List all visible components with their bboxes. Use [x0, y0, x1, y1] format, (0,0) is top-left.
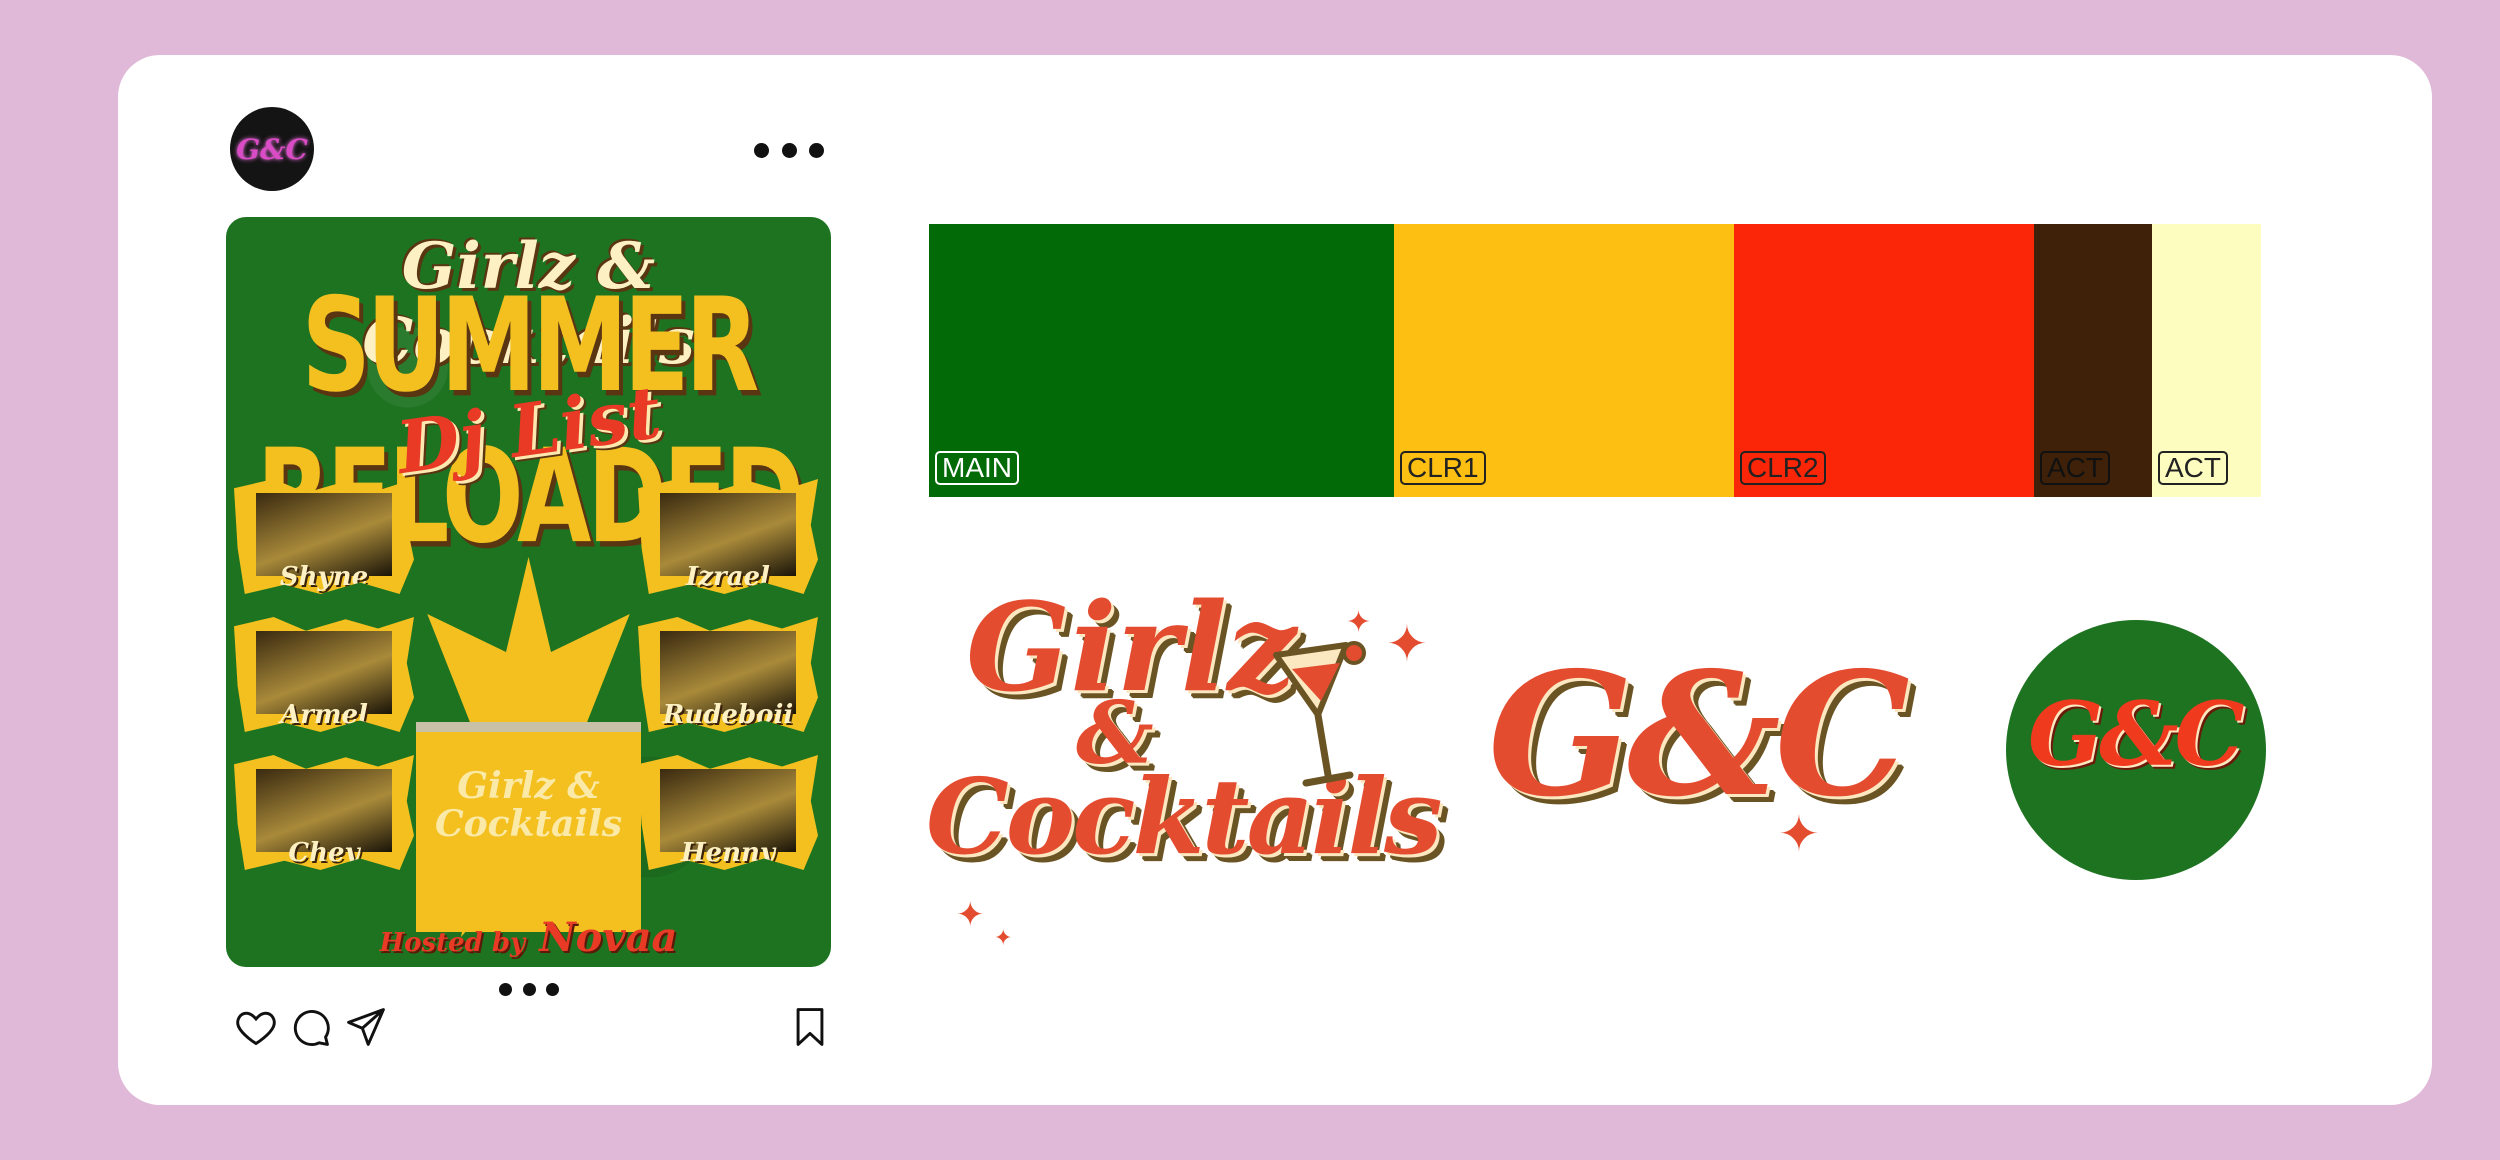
swatch-clr2: CLR2	[1734, 224, 2034, 497]
sparkle-icon: ✦	[1346, 606, 1372, 639]
more-options-icon[interactable]	[754, 135, 824, 165]
carousel-indicator	[499, 981, 559, 997]
event-poster: Girlz & Cocktails SUMMER RELOADED Dj Lis…	[226, 217, 831, 967]
comment-icon[interactable]	[288, 1005, 332, 1049]
profile-avatar[interactable]: G&C	[230, 107, 314, 191]
cocktail-glass-icon	[1266, 635, 1386, 795]
swatch-label: ACT	[2158, 451, 2228, 485]
primary-logo: Girlz & Cocktails ✦ ✦ ✦ ✦	[926, 575, 1446, 950]
swatch-clr1: CLR1	[1394, 224, 1734, 497]
dj-card-chey: Chey	[234, 755, 414, 870]
swatch-act-light: ACT	[2152, 224, 2261, 497]
avatar-monogram: G&C	[236, 132, 308, 166]
swatch-main: MAIN	[929, 224, 1394, 497]
poster-host: Hosted by Novaa	[226, 914, 831, 961]
sparkle-icon: ✦	[994, 925, 1013, 950]
heart-icon[interactable]	[234, 1005, 278, 1049]
dj-card-rudeboii: Rudeboii	[638, 617, 818, 732]
swatch-act-dark: ACT	[2034, 224, 2152, 497]
dj-name: Shyne	[279, 562, 369, 592]
swatch-label: CLR1	[1400, 451, 1486, 485]
monogram-text: G&C	[1488, 635, 1910, 835]
sparkle-icon: ✦	[1778, 806, 1820, 862]
dj-card-henny: Henny	[638, 755, 818, 870]
badge-monogram-text: G&C	[2028, 682, 2245, 786]
swatch-label: ACT	[2040, 451, 2110, 485]
swatch-label: MAIN	[935, 451, 1019, 485]
share-icon[interactable]	[344, 1005, 388, 1049]
dj-card-izrael: Izrael	[638, 479, 818, 594]
dj-name: Henny	[680, 838, 776, 868]
hosted-by-label: Hosted by	[379, 928, 526, 958]
dj-card-shyne: Shyne	[234, 479, 414, 594]
dj-card-armel: Armel	[234, 617, 414, 732]
sparkle-icon: ✦	[956, 896, 985, 934]
dj-name: Armel	[280, 700, 368, 730]
dj-name: Chey	[288, 838, 360, 868]
sparkle-icon: ✦	[1386, 616, 1428, 672]
badge-logo: G&C	[2006, 620, 2266, 880]
poster-center-logo: Girlz & Cocktails	[434, 765, 623, 845]
host-name: Novaa	[539, 914, 678, 961]
dj-center-illustration: Girlz & Cocktails	[416, 557, 641, 937]
dj-name: Rudeboii	[662, 700, 794, 730]
bookmark-icon[interactable]	[788, 1005, 832, 1049]
color-palette: MAIN CLR1 CLR2 ACT ACT	[929, 224, 2261, 497]
presentation-card: G&C Girlz & Cocktails SUMMER RELOADED Dj…	[118, 55, 2432, 1105]
swatch-label: CLR2	[1740, 451, 1826, 485]
dj-name: Izrael	[686, 562, 770, 592]
monogram-logo: G&C ✦	[1478, 625, 1998, 885]
